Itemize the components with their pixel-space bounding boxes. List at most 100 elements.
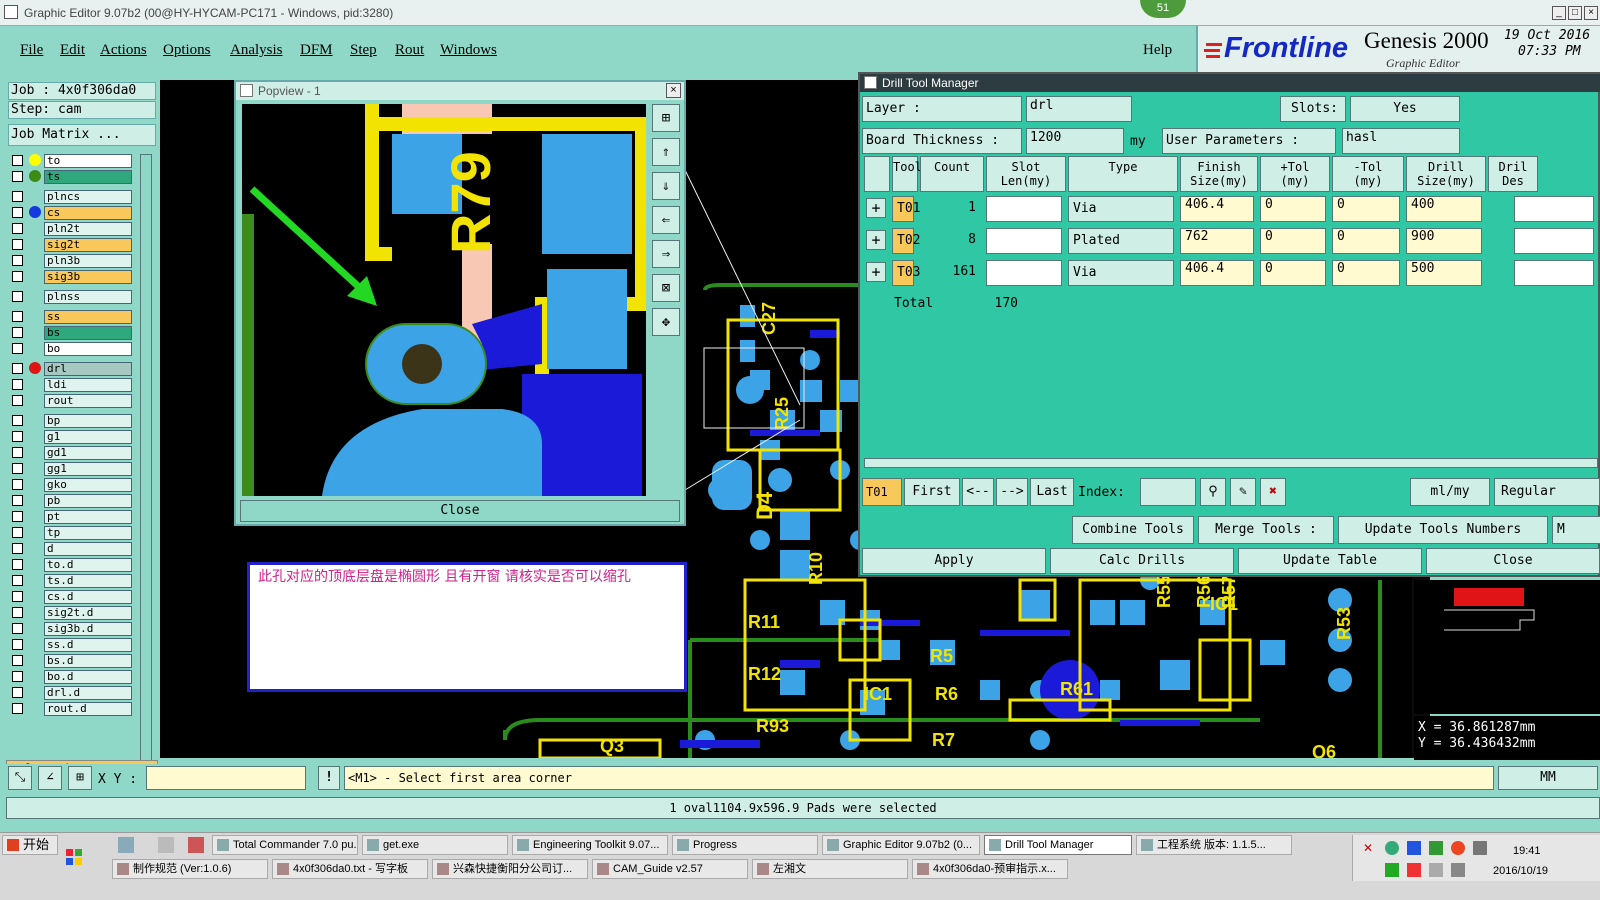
- layer-row-ss-d[interactable]: ss.d: [10, 638, 132, 652]
- layer-checkbox[interactable]: [12, 687, 23, 698]
- xy-input[interactable]: [146, 766, 306, 790]
- cell-drill-des[interactable]: [1514, 196, 1594, 222]
- layer-row-sig3b[interactable]: sig3b: [10, 270, 132, 284]
- edit-icon[interactable]: ✎: [1230, 478, 1256, 506]
- snap-icon[interactable]: ⤡: [8, 766, 32, 790]
- column-header[interactable]: Dril Des: [1488, 156, 1538, 192]
- quicklaunch-3-icon[interactable]: [188, 837, 204, 853]
- cell-finish[interactable]: 406.4: [1180, 260, 1254, 286]
- layer-row-pln2t[interactable]: pln2t: [10, 222, 132, 236]
- update-tools-numbers-button[interactable]: Update Tools Numbers: [1338, 516, 1548, 544]
- update-table-button[interactable]: Update Table: [1238, 548, 1422, 574]
- cell-drill-des[interactable]: [1514, 228, 1594, 254]
- units-dropdown[interactable]: ml/my: [1410, 478, 1490, 506]
- cell-type[interactable]: Plated: [1068, 228, 1174, 254]
- layer-row-drl[interactable]: drl: [10, 362, 132, 376]
- layer-checkbox[interactable]: [12, 479, 23, 490]
- layer-name[interactable]: cs: [44, 206, 132, 220]
- menu-file[interactable]: File: [20, 42, 43, 59]
- cell-type[interactable]: Via: [1068, 260, 1174, 286]
- layer-name[interactable]: ss.d: [44, 638, 132, 652]
- slots-dropdown[interactable]: Yes: [1350, 96, 1460, 122]
- layer-checkbox[interactable]: [12, 155, 23, 166]
- menu-step[interactable]: Step: [350, 42, 377, 59]
- layer-checkbox[interactable]: [12, 223, 23, 234]
- layer-name[interactable]: cs.d: [44, 590, 132, 604]
- layer-name[interactable]: ts.d: [44, 574, 132, 588]
- cell-ntol[interactable]: 0: [1332, 260, 1400, 286]
- tray-link-icon[interactable]: [1407, 863, 1421, 877]
- start-button[interactable]: 开始: [2, 835, 58, 855]
- column-header[interactable]: +Tol (my): [1260, 156, 1330, 192]
- cell-drill[interactable]: 500: [1406, 260, 1482, 286]
- layer-row-bp[interactable]: bp: [10, 414, 132, 428]
- layer-checkbox[interactable]: [12, 527, 23, 538]
- tray-chart-icon[interactable]: [1385, 863, 1399, 877]
- layer-row-tp[interactable]: tp: [10, 526, 132, 540]
- layer-checkbox[interactable]: [12, 575, 23, 586]
- layer-name[interactable]: sig3b.d: [44, 622, 132, 636]
- tray-shield-icon[interactable]: [1429, 841, 1443, 855]
- menu-windows[interactable]: Windows: [440, 42, 497, 59]
- layer-row-rout[interactable]: rout: [10, 394, 132, 408]
- layer-row-cs[interactable]: cs: [10, 206, 132, 220]
- table-row[interactable]: T01 1 Via 406.4 0 0 400: [890, 194, 1600, 224]
- column-header[interactable]: Count: [920, 156, 984, 192]
- tray-app-icon[interactable]: [1473, 841, 1487, 855]
- layer-name[interactable]: bo: [44, 342, 132, 356]
- clock-date[interactable]: 2016/10/19: [1493, 865, 1548, 877]
- layer-name[interactable]: to.d: [44, 558, 132, 572]
- tray-network-icon[interactable]: [1385, 841, 1399, 855]
- more-button[interactable]: M: [1552, 516, 1600, 544]
- grid-icon[interactable]: ⊞: [68, 766, 92, 790]
- layer-checkbox[interactable]: [12, 591, 23, 602]
- calc-drills-button[interactable]: Calc Drills: [1050, 548, 1234, 574]
- column-header[interactable]: Drill Size(my): [1406, 156, 1486, 192]
- layer-row-to-d[interactable]: to.d: [10, 558, 132, 572]
- layer-checkbox[interactable]: [12, 171, 23, 182]
- last-button[interactable]: Last: [1030, 478, 1074, 506]
- layer-name[interactable]: bp: [44, 414, 132, 428]
- layer-name[interactable]: bo.d: [44, 670, 132, 684]
- popview-fit-icon[interactable]: ⊠: [652, 274, 680, 302]
- mini-view[interactable]: [1414, 580, 1600, 714]
- menu-rout[interactable]: Rout: [395, 42, 424, 59]
- layer-name[interactable]: gd1: [44, 446, 132, 460]
- layer-checkbox[interactable]: [12, 239, 23, 250]
- layer-checkbox[interactable]: [12, 363, 23, 374]
- taskbar-button[interactable]: Drill Tool Manager: [984, 835, 1132, 855]
- taskbar-button[interactable]: 工程系统 版本: 1.1.5...: [1136, 835, 1292, 855]
- layer-row-pb[interactable]: pb: [10, 494, 132, 508]
- layer-checkbox[interactable]: [12, 703, 23, 714]
- menu-actions[interactable]: Actions: [100, 42, 147, 59]
- tray-update-icon[interactable]: [1451, 841, 1465, 855]
- apply-button[interactable]: Apply: [862, 548, 1046, 574]
- layer-name[interactable]: d: [44, 542, 132, 556]
- layer-row-d[interactable]: d: [10, 542, 132, 556]
- layer-checkbox[interactable]: [12, 543, 23, 554]
- popview-canvas[interactable]: R79: [242, 104, 646, 496]
- popview-close-icon[interactable]: ×: [666, 83, 681, 98]
- layer-name[interactable]: gg1: [44, 462, 132, 476]
- index-field[interactable]: [1140, 478, 1196, 506]
- layer-checkbox[interactable]: [12, 271, 23, 282]
- column-header[interactable]: Finish Size(my): [1180, 156, 1258, 192]
- layer-checkbox[interactable]: [12, 207, 23, 218]
- column-header[interactable]: Type: [1068, 156, 1178, 192]
- expand-row-icon[interactable]: +: [866, 198, 886, 218]
- layer-row-gg1[interactable]: gg1: [10, 462, 132, 476]
- taskbar-button[interactable]: 4x0f306da0-预审指示.x...: [912, 859, 1068, 879]
- layer-checkbox[interactable]: [12, 559, 23, 570]
- cell-slot[interactable]: [986, 196, 1062, 222]
- taskbar-button[interactable]: 兴森快捷衡阳分公司订...: [432, 859, 588, 879]
- layer-name[interactable]: pln2t: [44, 222, 132, 236]
- job-matrix-button[interactable]: Job Matrix ...: [8, 124, 156, 146]
- clock-time[interactable]: 19:41: [1513, 845, 1541, 857]
- popview-zoom-icon[interactable]: ⊞: [652, 104, 680, 132]
- user-params-field[interactable]: hasl: [1342, 128, 1460, 154]
- cell-finish[interactable]: 762: [1180, 228, 1254, 254]
- cell-ptol[interactable]: 0: [1260, 196, 1326, 222]
- delete-icon[interactable]: ✖: [1260, 478, 1286, 506]
- layer-name[interactable]: drl: [44, 362, 132, 376]
- layer-name[interactable]: sig2t: [44, 238, 132, 252]
